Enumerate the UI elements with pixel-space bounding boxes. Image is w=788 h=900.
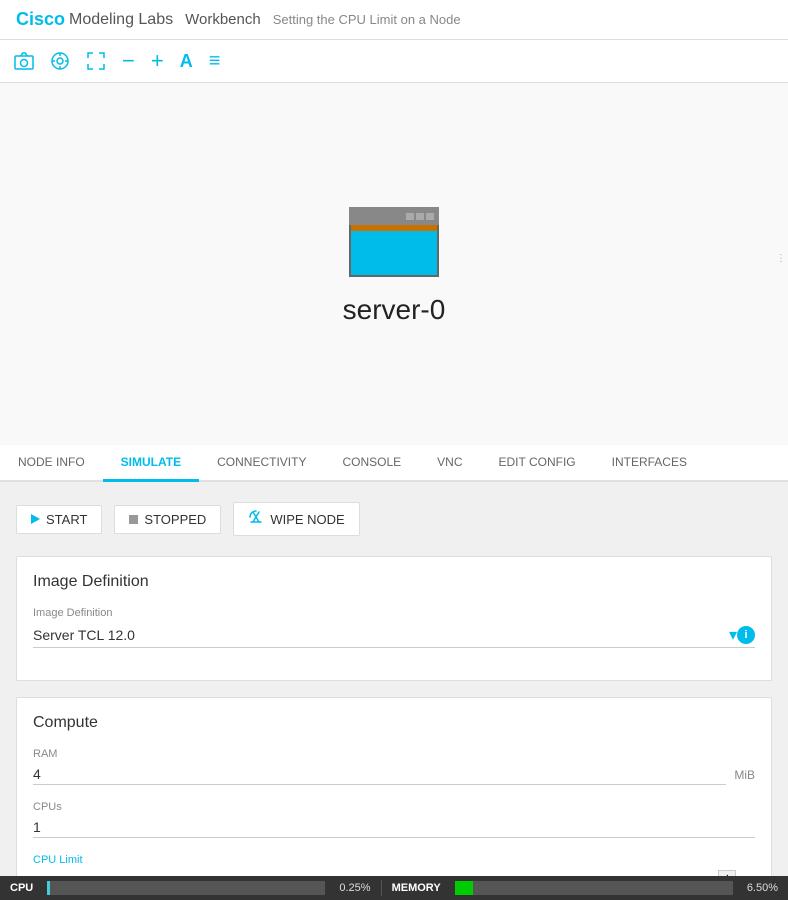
tab-interfaces[interactable]: INTERFACES (594, 445, 705, 482)
ram-row: MiB (33, 764, 755, 785)
toolbar: − + A ≡ (0, 40, 788, 83)
start-button[interactable]: START (16, 505, 102, 534)
wipe-icon (248, 509, 264, 529)
target-icon[interactable] (50, 51, 70, 71)
header: Cisco Modeling Labs Workbench Setting th… (0, 0, 788, 40)
stopped-button[interactable]: STOPPED (114, 505, 221, 534)
status-separator (381, 880, 382, 896)
node-icon-wrap: server-0 (343, 202, 446, 326)
menu-icon[interactable]: ≡ (209, 50, 221, 73)
chevron-down-icon[interactable]: ▾ (729, 625, 737, 645)
tab-node-info[interactable]: NODE INFO (0, 445, 103, 482)
play-icon (31, 514, 40, 524)
breadcrumb: Setting the CPU Limit on a Node (273, 12, 461, 27)
camera-icon[interactable] (14, 52, 34, 70)
start-label: START (46, 512, 87, 527)
node-name: server-0 (343, 294, 446, 326)
cpus-input[interactable] (33, 817, 755, 838)
image-definition-title: Image Definition (33, 573, 755, 591)
image-definition-field: Image Definition Server TCL 12.0 Server … (33, 607, 755, 648)
compute-title: Compute (33, 714, 755, 732)
ram-unit: MiB (734, 768, 755, 782)
image-definition-select-row: Server TCL 12.0 Server TCL 11.0 Alpine L… (33, 623, 755, 648)
tab-simulate[interactable]: SIMULATE (103, 445, 199, 482)
tab-console[interactable]: CONSOLE (324, 445, 419, 482)
ram-field-group: RAM MiB (33, 748, 755, 785)
ram-input[interactable] (33, 764, 726, 785)
tab-vnc[interactable]: VNC (419, 445, 480, 482)
cpu-limit-field-group: CPU Limit ▲ ▼ % (33, 854, 755, 876)
font-icon[interactable]: A (180, 51, 193, 72)
stopped-label: STOPPED (144, 512, 206, 527)
server-node-icon[interactable] (344, 202, 444, 282)
ram-label: RAM (33, 748, 755, 760)
cpu-status-value: 0.25% (339, 882, 370, 894)
cpus-field-group: CPUs (33, 801, 755, 838)
status-bar: CPU 0.25% MEMORY 6.50% (0, 876, 788, 900)
plus-icon[interactable]: + (151, 48, 164, 74)
fullscreen-icon[interactable] (86, 51, 106, 71)
memory-progress-bar (455, 881, 733, 895)
cpu-status-label: CPU (10, 882, 33, 894)
workbench-label: Workbench (185, 11, 261, 28)
content: START STOPPED WIPE NODE Image Definition… (0, 482, 788, 876)
resize-indicator: ⋮ (776, 253, 786, 264)
image-definition-card: Image Definition Image Definition Server… (16, 556, 772, 681)
image-definition-select[interactable]: Server TCL 12.0 Server TCL 11.0 Alpine L… (33, 623, 729, 647)
memory-status-label: MEMORY (392, 882, 441, 894)
logo-ml: Modeling Labs (69, 11, 173, 29)
cpu-progress-bar (47, 881, 325, 895)
tab-connectivity[interactable]: CONNECTIVITY (199, 445, 324, 482)
minus-icon[interactable]: − (122, 48, 135, 74)
tabs-bar: NODE INFO SIMULATE CONNECTIVITY CONSOLE … (0, 445, 788, 482)
action-bar: START STOPPED WIPE NODE (16, 498, 772, 540)
logo-cisco: Cisco (16, 9, 65, 30)
wipe-node-button[interactable]: WIPE NODE (233, 502, 359, 536)
info-icon[interactable]: i (737, 626, 755, 644)
memory-progress-fill (455, 881, 473, 895)
stop-icon (129, 515, 138, 524)
cpu-progress-fill (47, 881, 50, 895)
tab-edit-config[interactable]: EDIT CONFIG (481, 445, 594, 482)
logo: Cisco Modeling Labs (16, 9, 173, 30)
canvas: server-0 ⋮ (0, 83, 788, 445)
compute-card: Compute RAM MiB CPUs CPU Limit ▲ ▼ (16, 697, 772, 876)
cpu-limit-label: CPU Limit (33, 854, 755, 866)
wipe-node-label: WIPE NODE (270, 512, 344, 527)
cpus-label: CPUs (33, 801, 755, 813)
memory-status-value: 6.50% (747, 882, 778, 894)
image-definition-label: Image Definition (33, 607, 755, 619)
cpus-row (33, 817, 755, 838)
